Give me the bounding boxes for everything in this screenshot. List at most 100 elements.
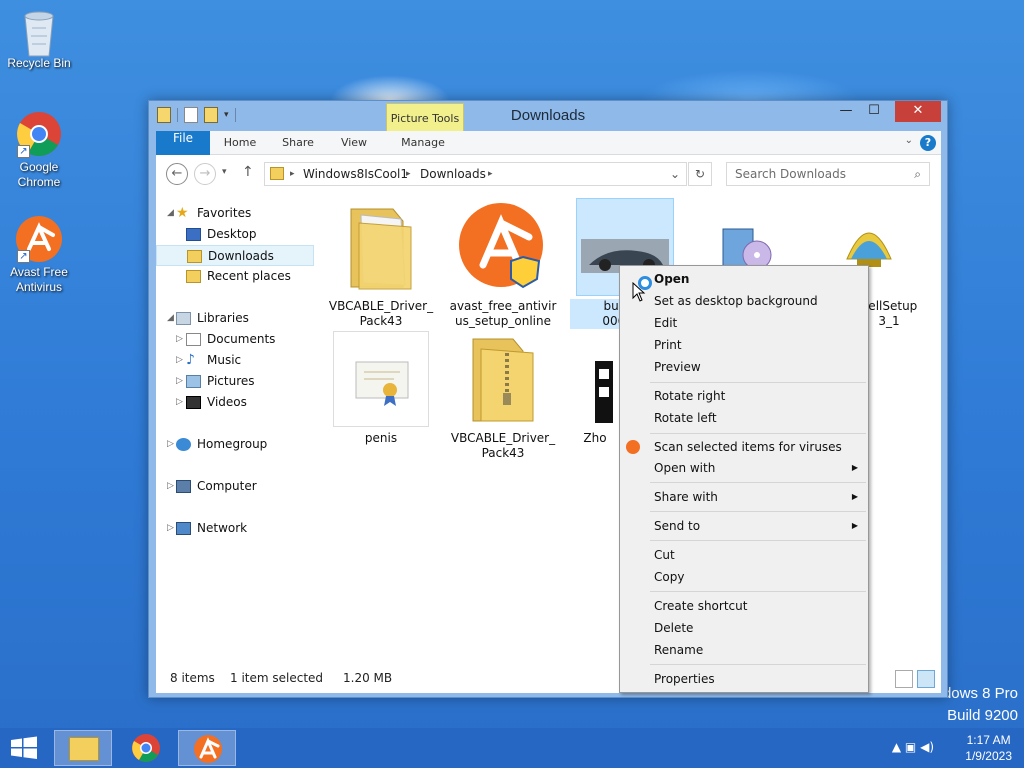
expand-arrow-icon[interactable]: ▷ [176, 371, 183, 392]
file-item[interactable]: VBCABLE_Driver_ Pack43 [448, 331, 558, 461]
desktop-icon-label: Avast Free Antivirus [10, 265, 68, 294]
tab-manage[interactable]: Manage [392, 131, 454, 155]
search-input[interactable]: Search Downloads ⌕ [726, 162, 930, 186]
expand-arrow-icon[interactable]: ▷ [167, 434, 174, 455]
nav-favorites[interactable]: ◢ ★ Favorites [156, 203, 314, 224]
nav-homegroup[interactable]: ▷ Homegroup [156, 434, 314, 455]
selection-count: 1 item selected [230, 671, 324, 685]
close-button[interactable]: ✕ [895, 101, 941, 122]
title-bar[interactable]: ▾ Downloads — ☐ ✕ [149, 101, 947, 131]
expand-ribbon-icon[interactable]: ⌄ [905, 135, 913, 146]
windows-edition-watermark: dows 8 Pro [942, 685, 1018, 702]
nav-label: Favorites [197, 206, 252, 220]
menu-item-preview[interactable]: Preview [654, 356, 864, 378]
tab-share[interactable]: Share [276, 131, 320, 155]
large-icons-view-icon[interactable] [917, 670, 935, 688]
selection-size: 1.20 MB [343, 671, 393, 685]
help-icon[interactable]: ? [920, 135, 936, 151]
chrome-icon: ↗ [15, 110, 63, 158]
nav-label: Music [207, 353, 242, 367]
file-item[interactable]: penis [326, 331, 436, 446]
start-button[interactable] [0, 730, 48, 766]
tab-file[interactable]: File [156, 131, 210, 155]
menu-item-open-with[interactable]: Open with ▶ [654, 457, 864, 479]
clock[interactable]: 1:17 AM 1/9/2023 [965, 732, 1012, 764]
taskbar-file-explorer[interactable] [54, 730, 112, 766]
menu-separator [650, 482, 866, 483]
menu-item-create-shortcut[interactable]: Create shortcut [654, 595, 864, 617]
file-item[interactable]: avast_free_antivir us_setup_online [448, 199, 558, 329]
file-item[interactable]: VBCABLE_Driver_ Pack43 [326, 199, 436, 329]
nav-documents[interactable]: ▷ Documents [156, 329, 314, 350]
downloads-folder-icon [187, 250, 202, 263]
libraries-icon [176, 312, 191, 325]
minimize-button[interactable]: — [833, 101, 859, 122]
menu-item-scan-viruses[interactable]: Scan selected items for viruses [654, 436, 864, 458]
documents-icon [186, 333, 201, 346]
menu-item-set-desktop-background[interactable]: Set as desktop background [654, 290, 864, 312]
maximize-button[interactable]: ☐ [861, 101, 887, 122]
address-bar[interactable]: ▸ Windows8IsCool1 ▸ Downloads ▸ ⌄ [264, 162, 687, 186]
menu-item-share-with[interactable]: Share with ▶ [654, 486, 864, 508]
details-view-icon[interactable] [895, 670, 913, 688]
nav-desktop[interactable]: Desktop [156, 224, 314, 245]
recent-places-icon [186, 270, 201, 283]
downloads-folder-icon [270, 167, 284, 180]
menu-item-rename[interactable]: Rename [654, 639, 864, 661]
menu-item-print[interactable]: Print [654, 334, 864, 356]
up-button[interactable]: ↑ [242, 164, 254, 180]
nav-downloads[interactable]: Downloads [156, 245, 314, 266]
system-tray[interactable]: ▲ ▣ ◀) [892, 740, 934, 754]
menu-item-rotate-left[interactable]: Rotate left [654, 407, 864, 429]
desktop-icon-avast[interactable]: ↗ Avast Free Antivirus [0, 215, 78, 295]
search-placeholder: Search Downloads [735, 167, 846, 181]
expand-arrow-icon[interactable]: ▷ [167, 518, 174, 539]
menu-item-cut[interactable]: Cut [654, 544, 864, 566]
expand-arrow-icon[interactable]: ▷ [176, 350, 183, 371]
nav-network[interactable]: ▷ Network [156, 518, 314, 539]
nav-videos[interactable]: ▷ Videos [156, 392, 314, 413]
avast-icon: ↗ [15, 215, 63, 263]
expand-arrow-icon[interactable]: ◢ [167, 203, 174, 224]
expand-arrow-icon[interactable]: ◢ [167, 308, 174, 329]
nav-label: Computer [197, 479, 257, 493]
tab-home[interactable]: Home [220, 131, 260, 155]
menu-item-delete[interactable]: Delete [654, 617, 864, 639]
expand-arrow-icon[interactable]: ▷ [167, 476, 174, 497]
menu-item-properties[interactable]: Properties [654, 668, 864, 690]
breadcrumb-item[interactable]: Windows8IsCool1 [303, 163, 408, 185]
desktop-icon-recycle-bin[interactable]: Recycle Bin [0, 6, 78, 71]
menu-item-open[interactable]: Open [654, 268, 864, 290]
nav-label: Videos [207, 395, 247, 409]
computer-icon [176, 480, 191, 493]
expand-arrow-icon[interactable]: ▷ [176, 329, 183, 350]
nav-label: Homegroup [197, 437, 268, 451]
breadcrumb-separator: ▸ [290, 169, 295, 179]
taskbar-chrome[interactable] [117, 730, 175, 766]
nav-recent-places[interactable]: Recent places [156, 266, 314, 287]
address-dropdown-icon[interactable]: ⌄ [670, 163, 680, 185]
forward-button[interactable]: → [194, 163, 216, 185]
menu-item-copy[interactable]: Copy [654, 566, 864, 588]
nav-label: Libraries [197, 311, 249, 325]
window-title: Downloads [510, 107, 586, 124]
back-button[interactable]: ← [166, 163, 188, 185]
expand-arrow-icon[interactable]: ▷ [176, 392, 183, 413]
tab-view[interactable]: View [334, 131, 374, 155]
avast-icon [194, 735, 222, 763]
shortcut-arrow-icon: ↗ [17, 145, 30, 158]
menu-item-rotate-right[interactable]: Rotate right [654, 385, 864, 407]
nav-music[interactable]: ▷ ♪ Music [156, 350, 314, 371]
nav-computer[interactable]: ▷ Computer [156, 476, 314, 497]
refresh-button[interactable]: ↻ [688, 162, 712, 186]
nav-pictures[interactable]: ▷ Pictures [156, 371, 314, 392]
nav-libraries[interactable]: ◢ Libraries [156, 308, 314, 329]
recent-locations-icon[interactable]: ▾ [222, 167, 227, 177]
breadcrumb-item[interactable]: Downloads [420, 163, 486, 185]
desktop-icon-chrome[interactable]: ↗ Google Chrome [0, 110, 78, 190]
taskbar-avast[interactable] [178, 730, 236, 766]
menu-item-send-to[interactable]: Send to ▶ [654, 515, 864, 537]
ribbon-tabs: File Home Share View Manage ⌄ ? [156, 131, 941, 155]
menu-item-edit[interactable]: Edit [654, 312, 864, 334]
submenu-arrow-icon: ▶ [851, 521, 858, 530]
